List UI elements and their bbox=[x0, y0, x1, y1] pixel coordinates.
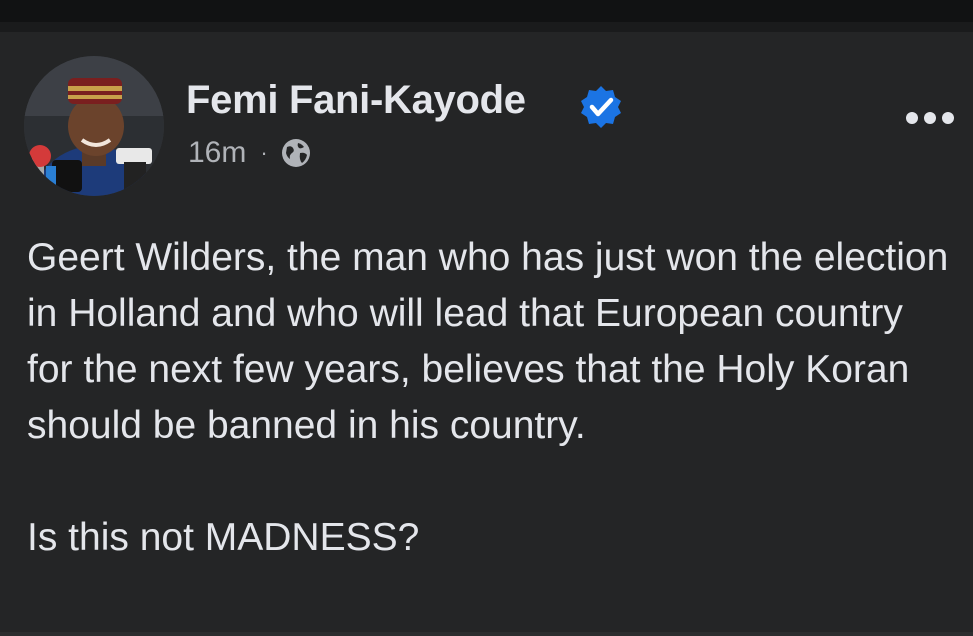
verified-badge-icon bbox=[581, 86, 621, 128]
post-timestamp[interactable]: 16m bbox=[188, 136, 246, 170]
screenshot-frame: Femi Fani-Kayode 16m · Geert Wilders, th… bbox=[0, 0, 973, 636]
author-avatar[interactable] bbox=[24, 56, 164, 196]
more-options-button[interactable] bbox=[900, 100, 960, 136]
author-name[interactable]: Femi Fani-Kayode bbox=[186, 78, 526, 123]
avatar-photo bbox=[24, 56, 164, 196]
post-paragraph-2: Is this not MADNESS? bbox=[27, 516, 420, 559]
post-bottom-edge bbox=[0, 632, 973, 636]
meta-separator: · bbox=[260, 140, 268, 165]
post-card: Femi Fani-Kayode 16m · Geert Wilders, th… bbox=[0, 32, 973, 636]
more-options-icon bbox=[906, 112, 954, 124]
divider bbox=[0, 22, 973, 32]
post-meta: 16m · bbox=[188, 136, 312, 170]
top-bar bbox=[0, 0, 973, 22]
post-text: Geert Wilders, the man who has just won … bbox=[27, 230, 957, 566]
globe-icon[interactable] bbox=[280, 137, 312, 169]
post-paragraph-1: Geert Wilders, the man who has just won … bbox=[27, 236, 949, 447]
